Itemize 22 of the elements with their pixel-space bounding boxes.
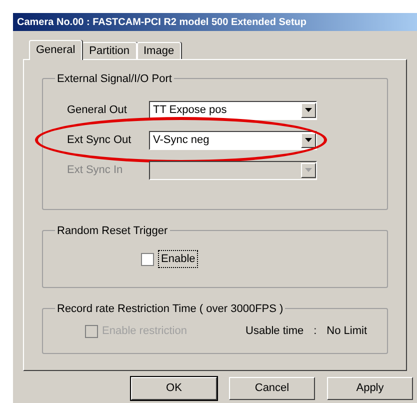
group-title: External Signal/I/O Port — [55, 71, 174, 88]
dropdown[interactable]: V-Sync neg — [149, 130, 317, 150]
usable-time-label: Usable time — [246, 324, 304, 339]
window-title: Camera No.00 : FASTCAM-PCI R2 model 500 Extended Setup — [17, 16, 307, 30]
dialog-button[interactable]: Cancel — [229, 377, 315, 400]
field-label: Ext Sync In — [67, 162, 124, 178]
field-label: General Out — [67, 102, 128, 118]
usable-time-value: No Limit — [326, 324, 367, 339]
dialog-button[interactable]: Apply — [327, 377, 413, 400]
tab[interactable]: Partition — [82, 42, 136, 59]
dialog-button[interactable]: OK — [131, 377, 217, 400]
tab[interactable]: Image — [136, 42, 182, 59]
separator: : — [314, 324, 317, 339]
field-label: Ext Sync Out — [67, 132, 132, 148]
checkbox-label: Enable — [158, 250, 198, 268]
dropdown[interactable]: TT Expose pos — [149, 100, 317, 120]
tab[interactable]: General — [29, 40, 82, 60]
group-title: Record rate Restriction Time ( over 3000FPS ) — [55, 301, 286, 318]
checkbox[interactable] — [141, 252, 154, 266]
dropdown-value: TT Expose pos — [152, 102, 228, 118]
dropdown-value: V-Sync neg — [152, 132, 210, 148]
group-title: Random Reset Trigger — [55, 223, 170, 240]
